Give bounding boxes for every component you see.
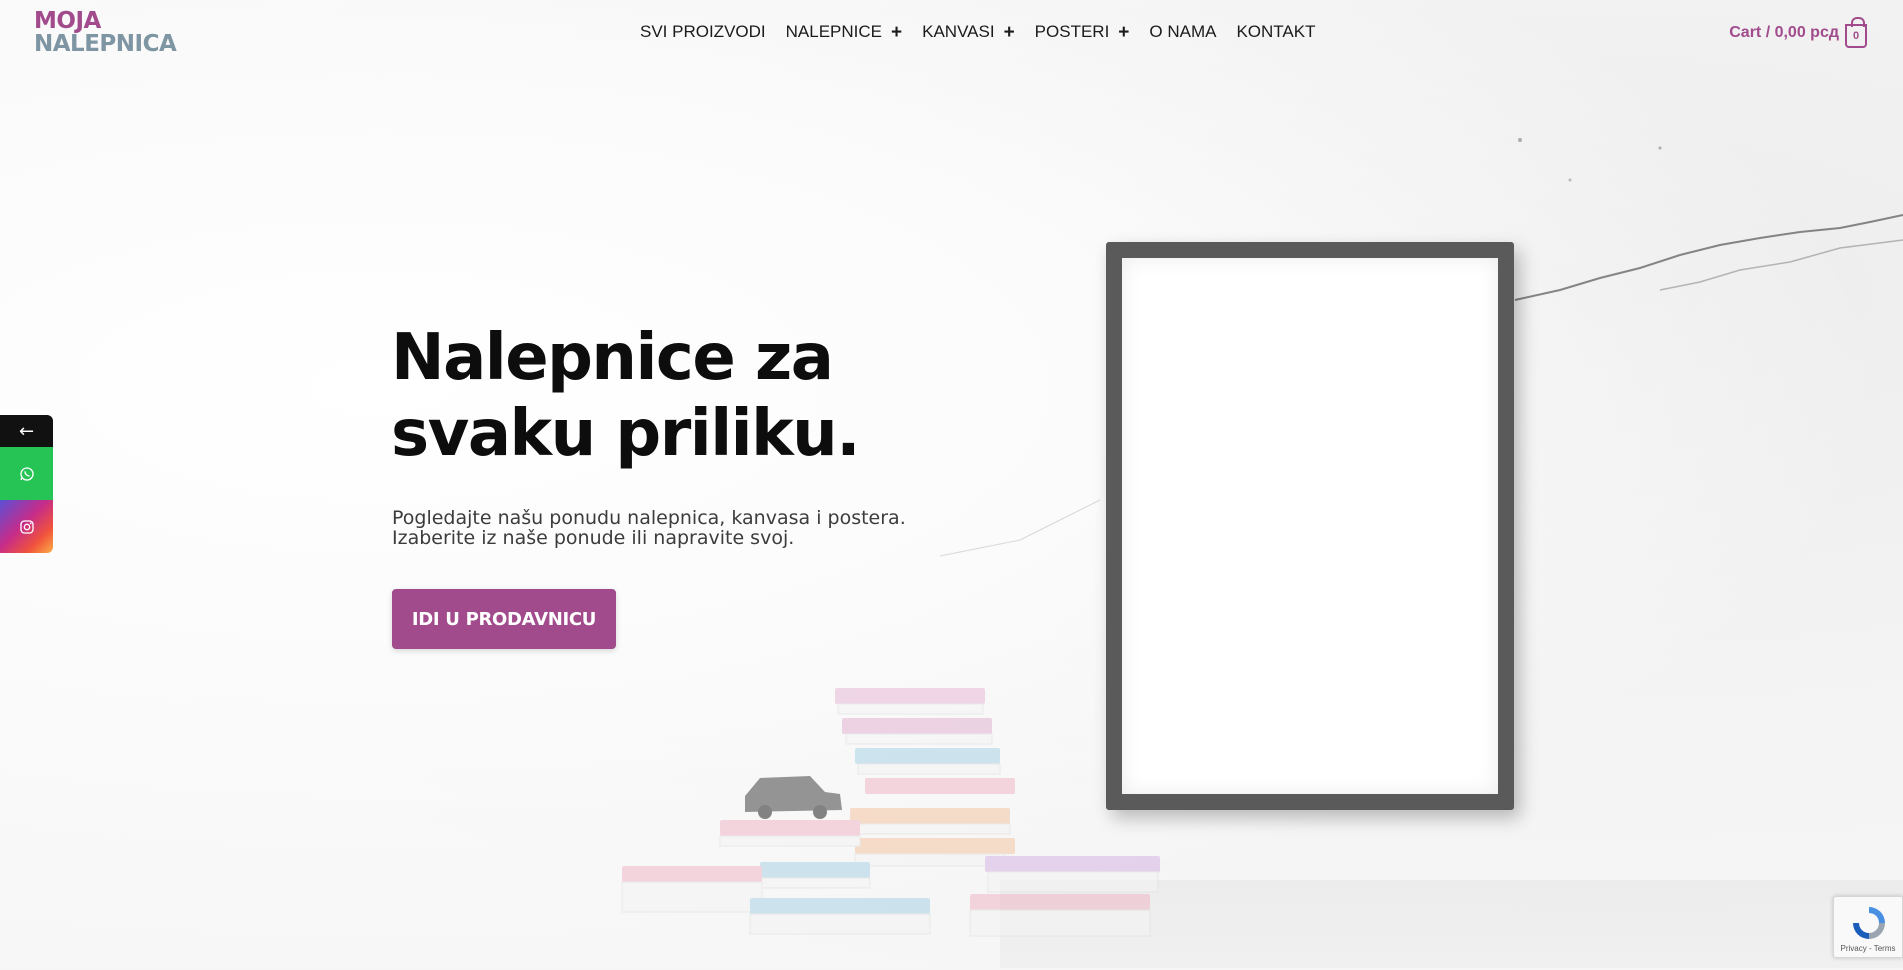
site-header: MOJA NALEPNICA SVI PROIZVODI NALEPNICE +… — [0, 0, 1903, 70]
nav-item-label: POSTERI — [1034, 22, 1110, 41]
nav-item-label: SVI PROIZVODI — [640, 22, 766, 41]
logo-line-1: MOJA — [34, 8, 101, 34]
nav-item-nalepnice[interactable]: NALEPNICE + — [786, 22, 902, 42]
instagram-button[interactable] — [0, 500, 53, 553]
cart-button[interactable]: Cart / 0,00 рсд 0 — [1729, 17, 1867, 48]
cart-label: Cart / 0,00 рсд — [1729, 24, 1839, 41]
hero-title: Nalepnice za svaku priliku. — [391, 321, 861, 471]
hero-subtitle-line-2: Izaberite iz naše ponude ili napravite s… — [392, 527, 795, 549]
whatsapp-icon — [19, 466, 34, 481]
recaptcha-text: Privacy - Terms — [1840, 944, 1896, 953]
cart-count-badge: 0 — [1852, 30, 1860, 42]
shopping-bag-icon: 0 — [1845, 17, 1867, 48]
nav-item-label: O NAMA — [1149, 22, 1217, 41]
plus-icon: + — [1118, 21, 1130, 43]
social-sidebar: ← — [0, 415, 53, 553]
main-nav: SVI PROIZVODI NALEPNICE + KANVASI + POST… — [640, 22, 1336, 42]
instagram-icon — [19, 519, 34, 534]
sidebar-collapse-button[interactable]: ← — [0, 415, 53, 447]
nav-item-label: NALEPNICE — [785, 22, 883, 41]
hero-subtitle: Pogledajte našu ponudu nalepnica, kanvas… — [392, 508, 952, 548]
nav-item-kanvasi[interactable]: KANVASI + — [922, 22, 1015, 42]
nav-item-kontakt[interactable]: KONTAKT — [1236, 22, 1315, 42]
nav-item-label: KONTAKT — [1236, 22, 1316, 41]
recaptcha-badge[interactable]: Privacy - Terms — [1833, 896, 1903, 958]
shop-cta-button[interactable]: IDI U PRODAVNICU — [392, 589, 616, 649]
plus-icon: + — [1003, 21, 1015, 43]
book-stack-image — [621, 688, 1160, 937]
hero-subtitle-line-1: Pogledajte našu ponudu nalepnica, kanvas… — [392, 507, 906, 529]
whatsapp-button[interactable] — [0, 447, 53, 500]
nav-item-label: KANVASI — [922, 22, 995, 41]
nav-item-posteri[interactable]: POSTERI + — [1035, 22, 1130, 42]
plus-icon: + — [891, 21, 903, 43]
arrow-left-icon: ← — [18, 420, 35, 442]
nav-item-svi-proizvodi[interactable]: SVI PROIZVODI — [640, 22, 766, 42]
nav-item-o-nama[interactable]: O NAMA — [1149, 22, 1216, 42]
recaptcha-icon — [1853, 907, 1885, 939]
site-logo[interactable]: MOJA NALEPNICA — [34, 8, 177, 57]
logo-line-2: NALEPNICA — [34, 31, 177, 57]
